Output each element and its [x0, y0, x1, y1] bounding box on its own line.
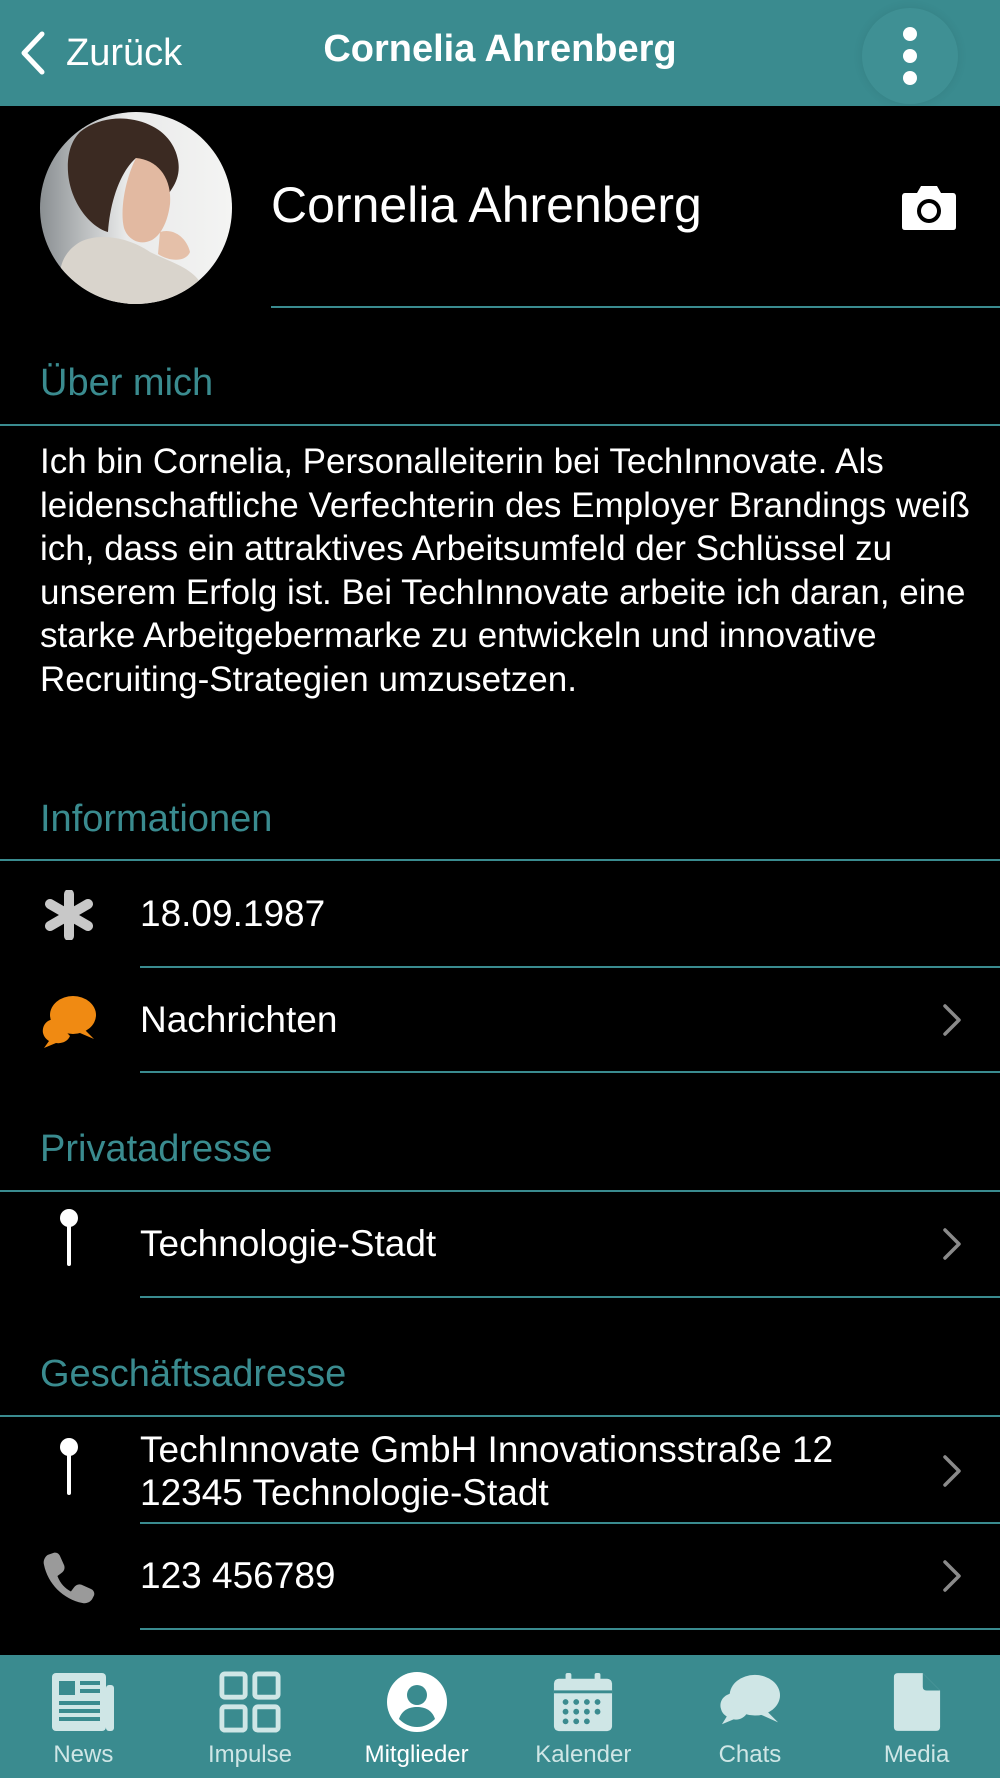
avatar[interactable]: [40, 112, 232, 304]
private-address-city: Technologie-Stadt: [140, 1223, 437, 1264]
nav-chats[interactable]: Chats: [667, 1655, 834, 1778]
chat-bubble-icon: [717, 1669, 783, 1735]
name-divider: [271, 306, 1000, 308]
phone-icon: [40, 1548, 98, 1606]
private-address-heading: Privatadresse: [40, 1128, 273, 1170]
bottom-navigation: News Impulse Mitglieder Kalender Chats M…: [0, 1655, 1000, 1778]
map-pin-icon: [40, 1209, 98, 1268]
chat-bubbles-icon: [40, 992, 98, 1050]
nav-mitglieder[interactable]: Mitglieder: [333, 1655, 500, 1778]
map-pin-icon: [40, 1438, 98, 1497]
nav-media[interactable]: Media: [833, 1655, 1000, 1778]
nav-kalender-label: Kalender: [535, 1741, 632, 1768]
user-circle-icon: [384, 1669, 450, 1735]
private-address-row[interactable]: Technologie-Stadt: [0, 1192, 1000, 1296]
profile-name: Cornelia Ahrenberg: [271, 177, 702, 233]
chevron-right-icon: [943, 1455, 961, 1487]
chevron-right-icon: [943, 1004, 961, 1036]
business-address-row[interactable]: TechInnovate GmbH Innovationsstraße 12 1…: [0, 1417, 1000, 1521]
nav-impulse[interactable]: Impulse: [167, 1655, 334, 1778]
chevron-right-icon: [943, 1560, 961, 1592]
phone-row[interactable]: 123 456789: [0, 1524, 1000, 1628]
about-text: Ich bin Cornelia, Personalleiterin bei T…: [40, 442, 970, 699]
business-address-line1: TechInnovate GmbH Innovationsstraße 12: [140, 1429, 834, 1470]
business-address-heading: Geschäftsadresse: [40, 1353, 347, 1395]
info-heading: Informationen: [40, 798, 273, 840]
birthday-row: 18.09.1987: [0, 862, 1000, 966]
page-title: Cornelia Ahrenberg: [323, 28, 677, 70]
business-address-line2: 12345 Technologie-Stadt: [140, 1472, 549, 1513]
messages-row[interactable]: Nachrichten: [0, 968, 1000, 1072]
more-options-button[interactable]: [862, 8, 958, 104]
birthday-value: 18.09.1987: [140, 893, 326, 934]
news-icon: [50, 1669, 116, 1735]
nav-news-label: News: [53, 1741, 114, 1768]
document-icon: [884, 1669, 950, 1735]
info-divider: [0, 859, 1000, 861]
nav-kalender[interactable]: Kalender: [500, 1655, 667, 1778]
phone-divider: [140, 1628, 1000, 1630]
about-divider: [0, 424, 1000, 426]
calendar-icon: [550, 1669, 616, 1735]
private-address-row-divider: [140, 1296, 1000, 1298]
nav-media-label: Media: [883, 1741, 950, 1768]
nav-mitglieder-label: Mitglieder: [364, 1741, 469, 1768]
nav-news[interactable]: News: [0, 1655, 167, 1778]
camera-icon[interactable]: [901, 183, 957, 231]
asterisk-icon: [40, 886, 98, 944]
grid-icon: [217, 1669, 283, 1735]
more-vertical-icon: [903, 27, 917, 85]
messages-divider: [140, 1071, 1000, 1073]
messages-label: Nachrichten: [140, 999, 338, 1040]
about-heading: Über mich: [40, 362, 214, 404]
phone-number: 123 456789: [140, 1555, 336, 1596]
business-address-text: TechInnovate GmbH Innovationsstraße 12 1…: [140, 1428, 833, 1514]
nav-impulse-label: Impulse: [207, 1741, 292, 1768]
nav-chats-label: Chats: [718, 1741, 782, 1768]
top-bar: Zurück Cornelia Ahrenberg: [0, 0, 1000, 106]
chevron-right-icon: [943, 1228, 961, 1260]
